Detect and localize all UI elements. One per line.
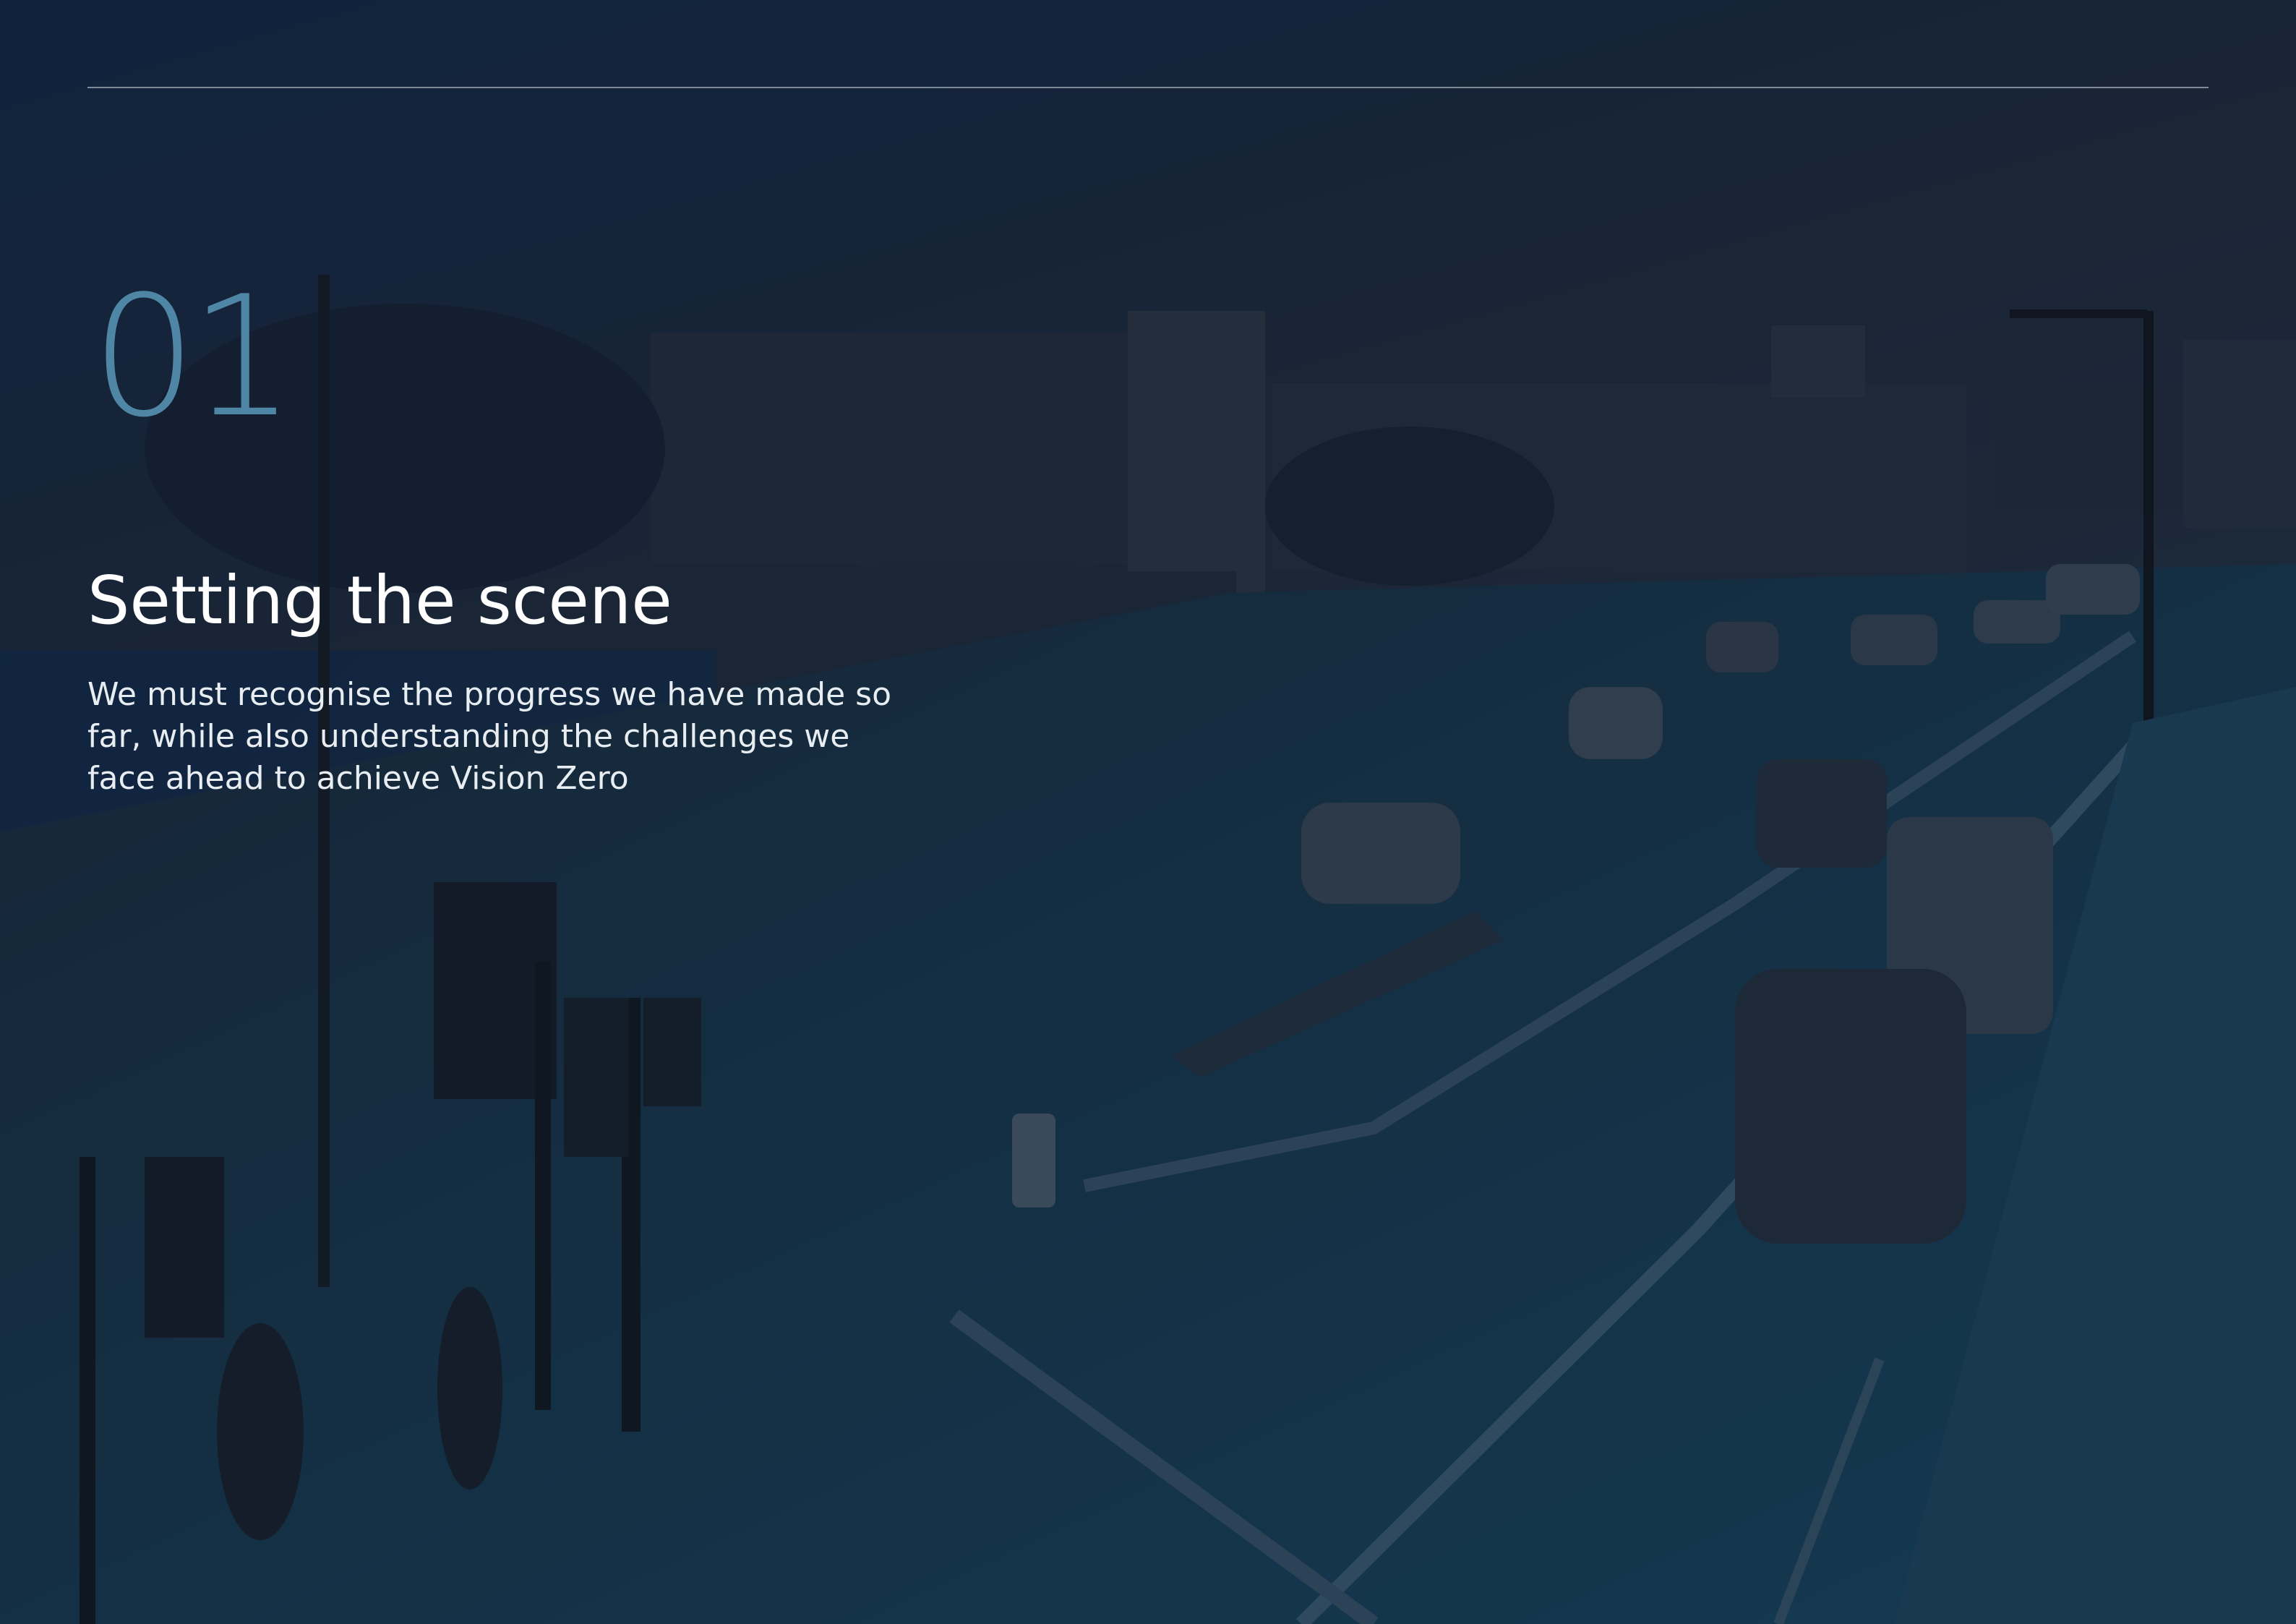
page: 01 Setting the scene We must recognise t… (0, 0, 2296, 1624)
section-number: 01 (91, 261, 296, 454)
section-title: Setting the scene (87, 562, 672, 639)
header-rule (87, 87, 2209, 88)
section-intro: We must recognise the progress we have m… (87, 676, 891, 797)
background-street-photo (0, 0, 2296, 1624)
